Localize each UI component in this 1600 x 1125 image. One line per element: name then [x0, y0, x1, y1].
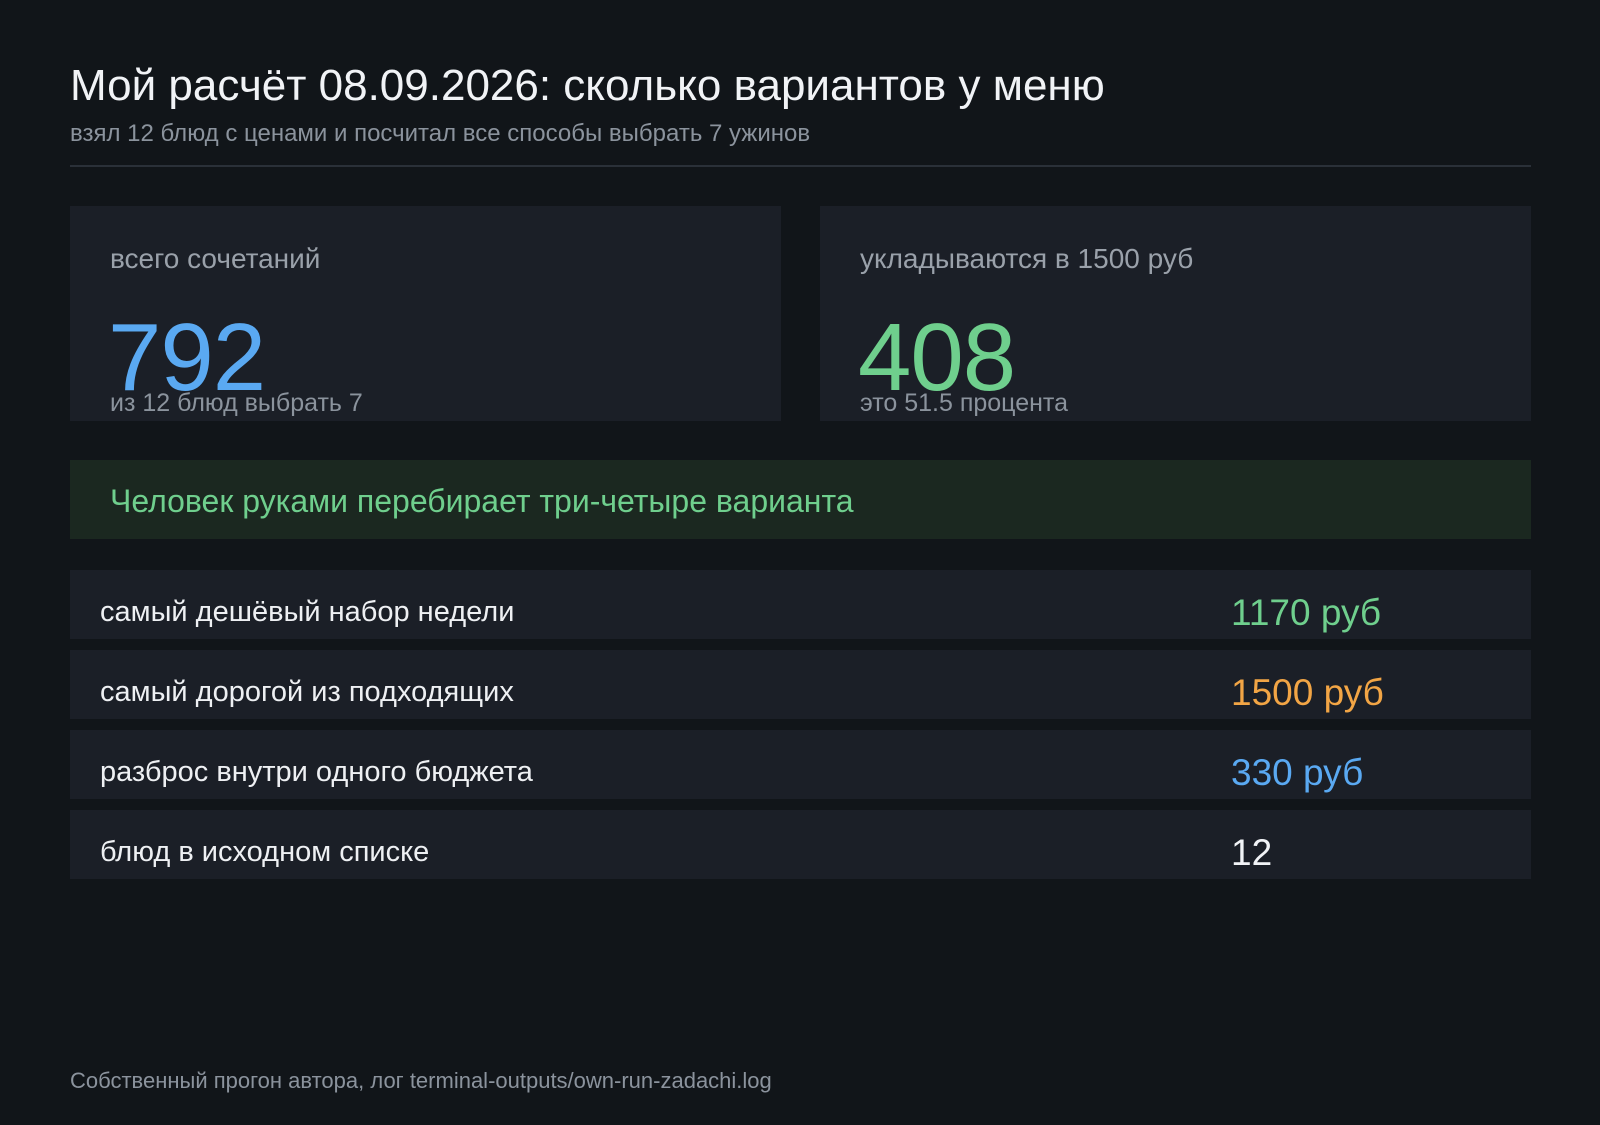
stat-note: это 51.5 процента	[860, 389, 1068, 417]
metric-row-cheapest: самый дешёвый набор недели 1170 руб	[70, 570, 1531, 639]
metric-label: самый дешёвый набор недели	[100, 596, 515, 628]
metric-label: самый дорогой из подходящих	[100, 676, 514, 708]
stat-note: из 12 блюд выбрать 7	[110, 389, 363, 417]
highlight-banner: Человек руками перебирает три-четыре вар…	[70, 460, 1531, 539]
stat-card-within-budget: укладываются в 1500 руб 408 это 51.5 про…	[820, 206, 1531, 421]
header-divider	[70, 165, 1531, 167]
metric-row-dish-count: блюд в исходном списке 12	[70, 810, 1531, 879]
page-subtitle: взял 12 блюд с ценами и посчитал все спо…	[70, 120, 811, 147]
stat-card-total-combinations: всего сочетаний 792 из 12 блюд выбрать 7	[70, 206, 781, 421]
page-title: Мой расчёт 08.09.2026: сколько вариантов…	[70, 61, 1105, 110]
metric-value: 12	[1231, 832, 1273, 873]
banner-text: Человек руками перебирает три-четыре вар…	[110, 483, 854, 519]
stat-label: укладываются в 1500 руб	[860, 243, 1194, 274]
stat-label: всего сочетаний	[110, 243, 321, 274]
metric-value: 1500 руб	[1231, 672, 1384, 713]
metric-row-spread: разброс внутри одного бюджета 330 руб	[70, 730, 1531, 799]
metric-label: разброс внутри одного бюджета	[100, 756, 533, 788]
metric-value: 330 руб	[1231, 752, 1364, 793]
source-footer: Собственный прогон автора, лог terminal-…	[70, 1068, 772, 1093]
metric-row-most-expensive: самый дорогой из подходящих 1500 руб	[70, 650, 1531, 719]
metric-value: 1170 руб	[1231, 592, 1382, 633]
metric-label: блюд в исходном списке	[100, 836, 430, 868]
results-page: Мой расчёт 08.09.2026: сколько вариантов…	[70, 0, 1531, 1125]
